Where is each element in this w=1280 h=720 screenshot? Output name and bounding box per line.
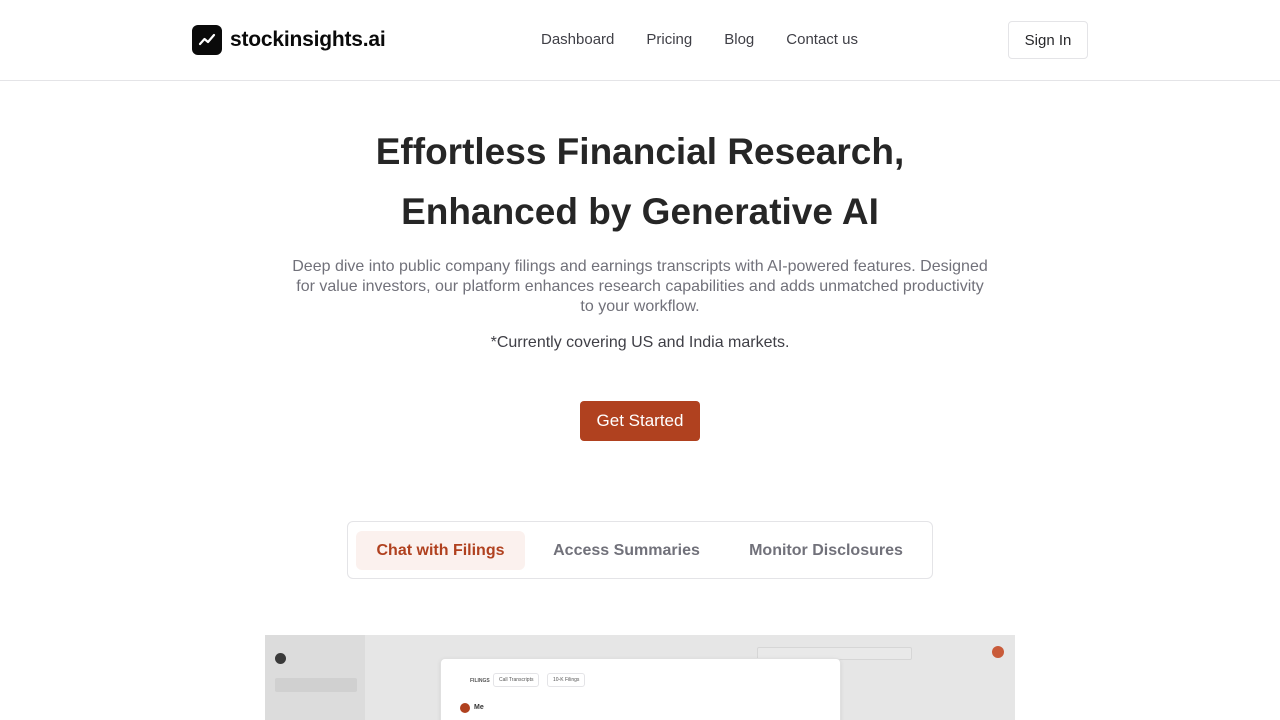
sign-in-button[interactable]: Sign In <box>1008 21 1088 59</box>
preview-chat-card: FILINGS Call Transcripts 10-K Filings Me <box>440 658 841 720</box>
site-header: stockinsights.ai Dashboard Pricing Blog … <box>0 0 1280 81</box>
hero-title: Effortless Financial Research, Enhanced … <box>0 122 1280 242</box>
preview-sidebar <box>265 635 365 720</box>
nav-contact-us[interactable]: Contact us <box>770 30 874 50</box>
tab-chat-with-filings[interactable]: Chat with Filings <box>356 531 525 570</box>
nav-pricing[interactable]: Pricing <box>630 30 708 50</box>
preview-filings-label: FILINGS <box>470 678 490 684</box>
nav-blog[interactable]: Blog <box>708 30 770 50</box>
trend-line-icon <box>192 25 222 55</box>
preview-sidebar-item <box>275 678 357 692</box>
brand-link[interactable]: stockinsights.ai <box>192 25 386 55</box>
nav-dashboard[interactable]: Dashboard <box>525 30 630 50</box>
product-preview: FILINGS Call Transcripts 10-K Filings Me <box>265 635 1015 720</box>
preview-logo-icon <box>275 653 286 664</box>
hero-title-line2: Enhanced by Generative AI <box>401 191 879 232</box>
preview-chip-10k-filings: 10-K Filings <box>547 673 586 687</box>
preview-chip-call-transcripts: Call Transcripts <box>493 673 540 687</box>
get-started-button[interactable]: Get Started <box>580 401 700 441</box>
main-nav: Dashboard Pricing Blog Contact us <box>525 30 874 50</box>
hero-title-line1: Effortless Financial Research, <box>375 131 905 172</box>
tab-monitor-disclosures[interactable]: Monitor Disclosures <box>734 531 918 570</box>
market-coverage-note: *Currently covering US and India markets… <box>490 334 790 351</box>
feature-tabs: Chat with Filings Access Summaries Monit… <box>347 521 933 579</box>
hero-subtitle: Deep dive into public company filings an… <box>292 258 988 315</box>
brand-name: stockinsights.ai <box>230 28 386 51</box>
preview-avatar <box>992 646 1004 658</box>
tab-access-summaries[interactable]: Access Summaries <box>534 531 719 570</box>
preview-me-label: Me <box>474 704 484 711</box>
preview-user-avatar <box>460 703 470 713</box>
